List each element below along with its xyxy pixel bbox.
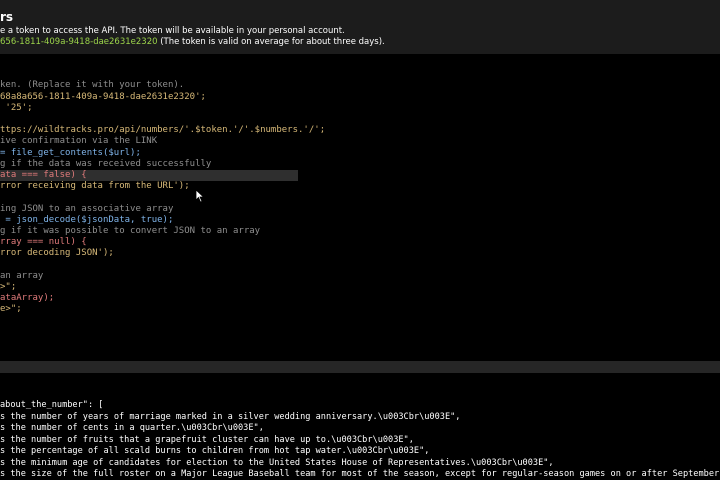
output-panel: about_the_number": [s the number of year… — [0, 376, 720, 480]
code-line[interactable] — [0, 260, 720, 271]
code-line[interactable] — [0, 114, 720, 125]
panel-divider[interactable] — [0, 361, 720, 373]
output-line: s the minimum age of candidates for elec… — [0, 457, 554, 468]
code-line[interactable]: rror decoding JSON'); — [0, 248, 720, 259]
code-line[interactable]: ive confirmation via the LINK — [0, 136, 720, 147]
code-line[interactable]: ken. (Replace it with your token). — [0, 80, 720, 91]
token-line: 656-1811-409a-9418-dae2631e2320 (The tok… — [0, 37, 385, 48]
token-instructions: e a token to access the API. The token w… — [0, 26, 345, 36]
output-line: s the number of fruits that a grapefruit… — [0, 434, 414, 445]
token-value[interactable]: 656-1811-409a-9418-dae2631e2320 — [0, 37, 158, 47]
code-line[interactable]: = json_decode($jsonData, true); — [0, 215, 720, 226]
code-line[interactable]: 68a8a656-1811-409a-9418-dae2631e2320'; — [0, 92, 720, 103]
output-line: about_the_number": [ — [0, 400, 104, 410]
code-line[interactable]: >"; — [0, 282, 720, 293]
page-title: rs — [0, 10, 14, 24]
code-line[interactable]: = file_get_contents($url); — [0, 148, 720, 159]
code-line[interactable] — [0, 58, 720, 69]
code-line[interactable]: ing JSON to an associative array — [0, 204, 720, 215]
api-page: rs e a token to access the API. The toke… — [0, 0, 720, 480]
code-line[interactable]: ata === false) { — [0, 170, 298, 181]
code-line[interactable]: ttps://wildtracks.pro/api/numbers/'.$tok… — [0, 125, 720, 136]
token-info-header: rs e a token to access the API. The toke… — [0, 0, 720, 54]
output-line: s the size of the full roster on a Major… — [0, 469, 720, 479]
code-line[interactable] — [0, 69, 720, 80]
code-line[interactable]: rror receiving data from the URL'); — [0, 181, 720, 192]
output-line: s the percentage of all scald burns to c… — [0, 446, 430, 456]
code-line[interactable]: '25'; — [0, 103, 720, 114]
code-editor[interactable]: ken. (Replace it with your token). 68a8a6… — [0, 56, 720, 358]
code-line[interactable]: e>"; — [0, 304, 720, 315]
code-line[interactable]: ataArray); — [0, 293, 720, 304]
output-line: s the number of years of marriage marked… — [0, 411, 461, 422]
code-line[interactable]: g if it was possible to convert JSON to … — [0, 226, 720, 237]
code-line[interactable] — [0, 192, 720, 203]
mouse-cursor-icon — [195, 189, 205, 203]
code-line[interactable]: rray === null) { — [0, 237, 720, 248]
code-line[interactable]: an array — [0, 271, 720, 282]
token-validity-note: (The token is valid on average for about… — [157, 37, 385, 47]
code-line[interactable]: g if the data was received successfully — [0, 159, 720, 170]
output-line: s the number of cents in a quarter.\u003… — [0, 423, 264, 433]
